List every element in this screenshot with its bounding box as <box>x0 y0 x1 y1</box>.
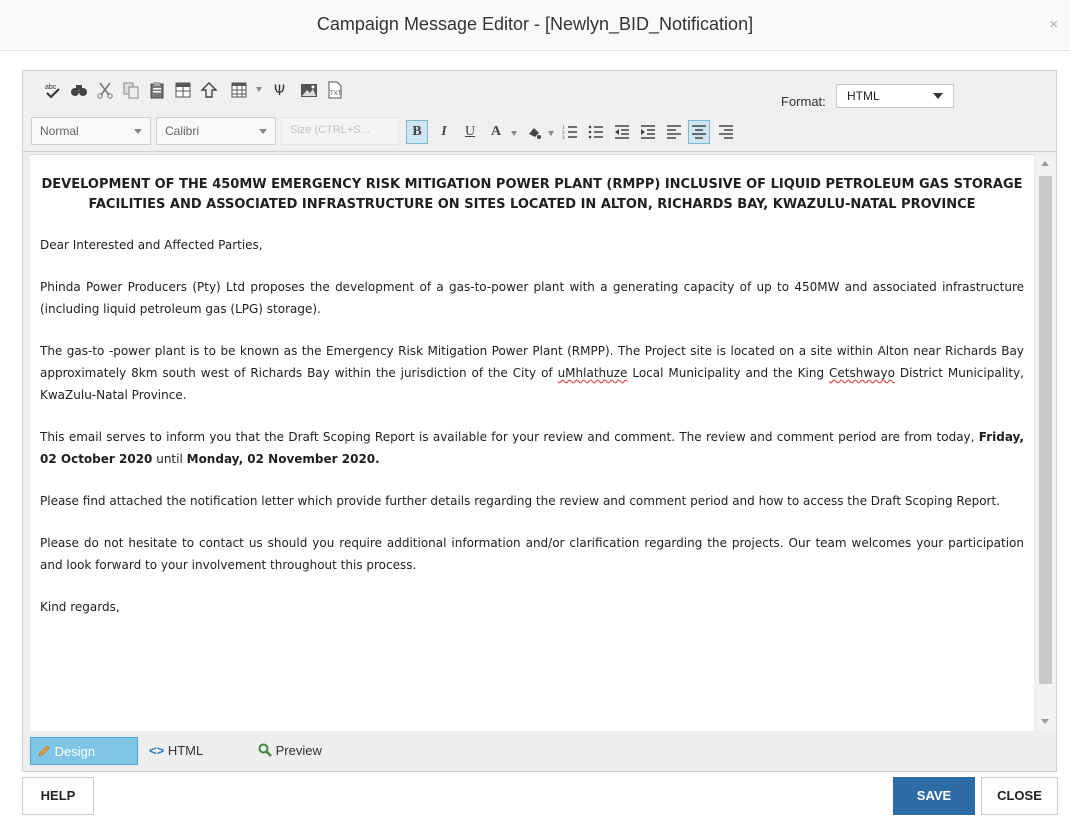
tab-design-label: Design <box>54 744 96 759</box>
svg-text:3: 3 <box>562 136 565 140</box>
svg-text:abc: abc <box>45 84 57 91</box>
tab-preview-label: Preview <box>275 743 322 758</box>
paragraph-5: Please do not hesitate to contact us sho… <box>40 536 1024 572</box>
end-date: Monday, 02 November 2020. <box>186 452 380 466</box>
bold-button[interactable]: B <box>406 120 428 144</box>
paste-icon[interactable] <box>147 81 167 99</box>
message-body: DEVELOPMENT OF THE 450MW EMERGENCY RISK … <box>40 175 1024 638</box>
misspelled-word: Cetshwayo <box>829 366 895 380</box>
italic-button[interactable]: I <box>433 120 455 144</box>
tab-design[interactable]: Design <box>30 737 138 765</box>
indent-icon[interactable] <box>637 120 659 144</box>
dialog-titlebar: Campaign Message Editor - [Newlyn_BID_No… <box>0 0 1070 51</box>
special-chars-icon[interactable]: Ψ <box>273 81 293 99</box>
table-grid-icon[interactable] <box>229 81 249 99</box>
save-button[interactable]: SAVE <box>893 777 975 815</box>
format-label: Format: <box>781 94 826 109</box>
chevron-down-icon <box>933 93 943 99</box>
bullet-list-icon[interactable] <box>585 120 607 144</box>
scroll-down-icon[interactable] <box>1041 719 1049 724</box>
code-icon: <> <box>149 743 165 758</box>
font-size-placeholder: Size (CTRL+S... <box>290 124 370 136</box>
insert-table-icon[interactable] <box>173 81 193 99</box>
magnifier-icon <box>258 743 272 757</box>
pencil-icon <box>38 745 50 757</box>
svg-text:TXT: TXT <box>330 91 342 97</box>
help-button[interactable]: HELP <box>22 777 94 815</box>
font-name-select[interactable]: Calibri <box>156 117 276 145</box>
highlight-dropdown-icon[interactable] <box>548 131 554 136</box>
align-left-icon[interactable] <box>663 120 685 144</box>
outdent-icon[interactable] <box>611 120 633 144</box>
editor-content-area[interactable]: DEVELOPMENT OF THE 450MW EMERGENCY RISK … <box>30 154 1034 731</box>
spell-check-icon[interactable]: abc <box>43 81 63 99</box>
copy-icon[interactable] <box>121 81 141 99</box>
paragraph-3-text-a: This email serves to inform you that the… <box>40 430 979 444</box>
misspelled-word: uMhlathuze <box>557 366 628 380</box>
tab-html[interactable]: <> HTML <box>149 737 203 765</box>
scroll-up-icon[interactable] <box>1041 161 1049 166</box>
image-manager-icon[interactable] <box>299 81 319 99</box>
paragraph-style-value: Normal <box>40 124 79 138</box>
font-name-value: Calibri <box>165 124 200 138</box>
tab-preview[interactable]: Preview <box>258 737 322 765</box>
ordered-list-icon[interactable]: 123 <box>559 120 581 144</box>
align-center-icon[interactable] <box>688 120 710 144</box>
close-icon[interactable]: × <box>1049 16 1058 33</box>
closing: Kind regards, <box>40 600 120 614</box>
paragraph-3-text-c: until <box>152 452 187 466</box>
scrollbar-thumb[interactable] <box>1039 176 1052 684</box>
dialog-title: Campaign Message Editor - [Newlyn_BID_No… <box>316 14 754 34</box>
highlight-color-icon[interactable] <box>523 120 545 144</box>
underline-button[interactable]: U <box>459 120 481 144</box>
paragraph-2: The gas-to -power plant is to be known a… <box>40 340 1024 406</box>
toolbar-row-2: Normal Calibri Size (CTRL+S... B I U A 1… <box>23 113 1056 152</box>
chevron-down-icon <box>134 129 142 134</box>
editor-mode-bar: Design <> HTML Preview <box>23 731 1056 771</box>
paragraph-4: Please find attached the notification le… <box>40 494 1000 508</box>
document-manager-icon[interactable]: TXT <box>325 81 345 99</box>
table-dropdown-icon[interactable] <box>256 87 262 92</box>
font-color-dropdown-icon[interactable] <box>511 131 517 136</box>
format-select-value: HTML <box>847 89 880 103</box>
font-size-select[interactable]: Size (CTRL+S... <box>281 117 399 145</box>
close-button[interactable]: CLOSE <box>981 777 1058 815</box>
format-select[interactable]: HTML <box>836 84 954 108</box>
svg-text:Ψ: Ψ <box>274 83 285 99</box>
paragraph-1: Phinda Power Producers (Pty) Ltd propose… <box>40 280 1024 316</box>
paragraph-3: This email serves to inform you that the… <box>40 426 1024 470</box>
font-color-button[interactable]: A <box>485 120 507 144</box>
find-icon[interactable] <box>69 81 89 99</box>
insert-link-icon[interactable] <box>199 81 219 99</box>
paragraph-style-select[interactable]: Normal <box>31 117 151 145</box>
editor-frame: abc Ψ TXT Format: HTML Normal Calibri Si… <box>22 70 1057 772</box>
paragraph-2-text-c: Local Municipality and the King <box>627 366 830 380</box>
toolbar-row-1: abc Ψ TXT Format: HTML <box>23 71 1056 114</box>
chevron-down-icon <box>259 129 267 134</box>
cut-icon[interactable] <box>95 81 115 99</box>
tab-html-label: HTML <box>167 743 204 758</box>
align-right-icon[interactable] <box>715 120 737 144</box>
document-heading: DEVELOPMENT OF THE 450MW EMERGENCY RISK … <box>41 177 1023 212</box>
greeting: Dear Interested and Affected Parties, <box>40 238 263 252</box>
editor-scrollbar[interactable] <box>1036 156 1055 730</box>
